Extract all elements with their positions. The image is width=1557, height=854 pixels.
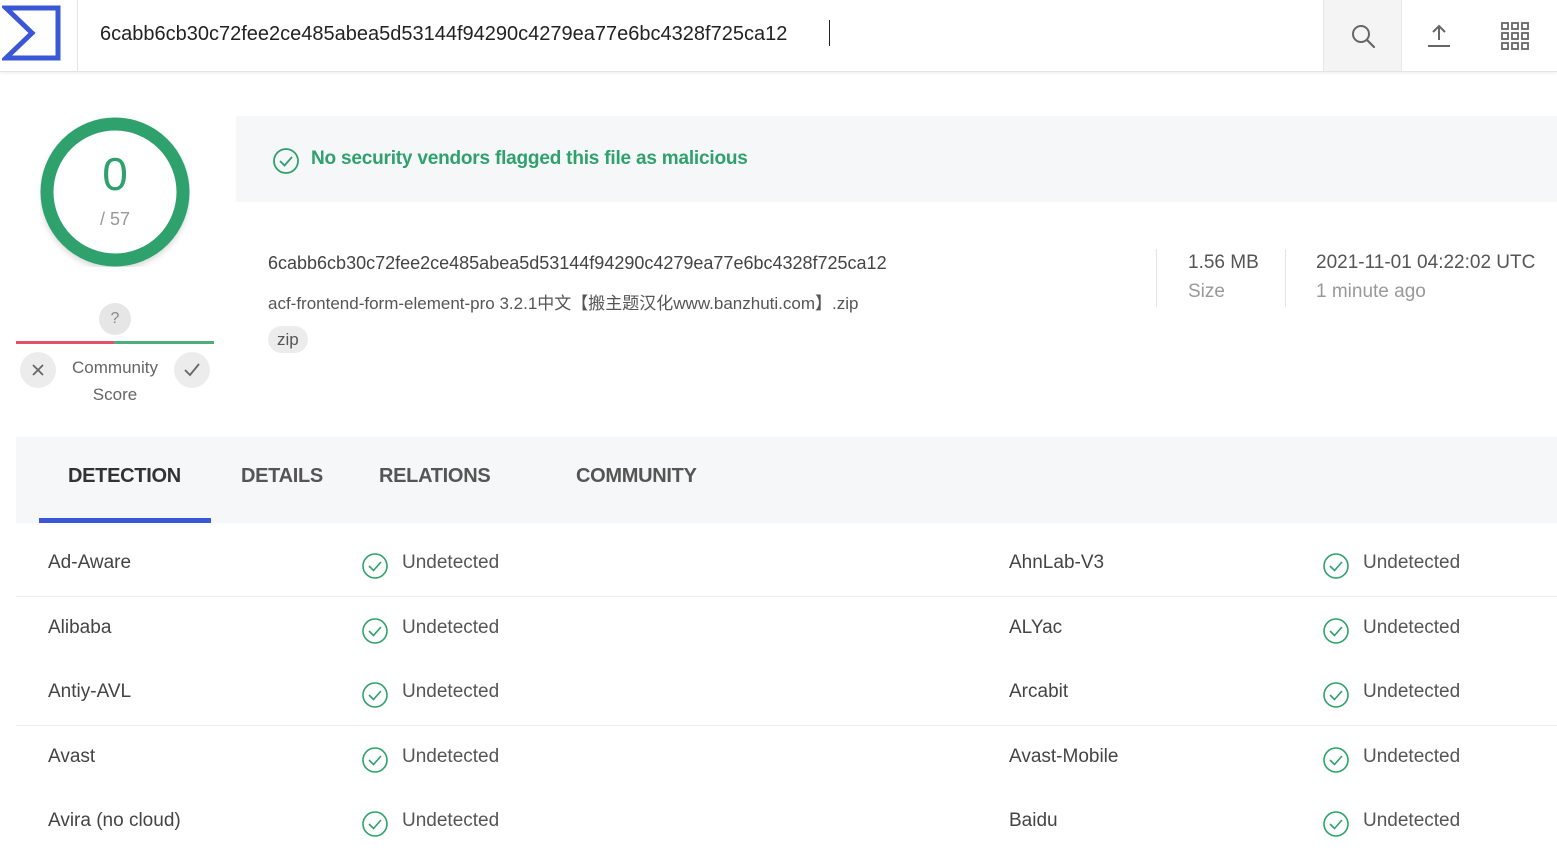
table-row: Ad-Aware Undetected AhnLab-V3 Undetected: [16, 532, 1557, 597]
community-label-line2: Score: [92, 385, 138, 404]
tab-details[interactable]: DETAILS: [241, 465, 323, 488]
table-row: Alibaba Undetected ALYac Undetected: [16, 597, 1557, 662]
text-caret: [829, 20, 830, 46]
tab-community[interactable]: COMMUNITY: [576, 465, 697, 488]
file-type-tag[interactable]: zip: [268, 326, 308, 353]
check-circle-icon: [1323, 811, 1349, 837]
detection-score-ring: 0 / 57: [40, 117, 190, 267]
vote-harmless-button[interactable]: [174, 352, 210, 388]
divider: [1156, 249, 1157, 307]
analysis-date: 2021-11-01 04:22:02 UTC: [1316, 252, 1536, 273]
check-circle-icon: [1323, 553, 1349, 579]
top-bar: [0, 0, 1557, 72]
verdict-banner: No security vendors flagged this file as…: [236, 116, 1557, 202]
vendor-name: AhnLab-V3: [1009, 552, 1105, 573]
check-circle-icon: [362, 682, 388, 708]
file-size-value: 1.56 MB: [1188, 252, 1259, 273]
search-icon: [1351, 24, 1375, 48]
file-hash: 6cabb6cb30c72fee2ce485abea5d53144f94290c…: [268, 253, 887, 273]
detection-table: Ad-Aware Undetected AhnLab-V3 Undetected…: [16, 531, 1557, 854]
file-size-label: Size: [1188, 281, 1225, 302]
check-circle-icon: [1323, 618, 1349, 644]
check-circle-icon: [1323, 747, 1349, 773]
vendor-name: Avast: [48, 746, 96, 767]
table-row: Avast Undetected Avast-Mobile Undetected: [16, 726, 1557, 791]
logo[interactable]: [0, 0, 78, 71]
vendor-result: Undetected: [1363, 617, 1461, 638]
vendor-result: Undetected: [1363, 681, 1461, 702]
vendor-name: Antiy-AVL: [48, 681, 132, 702]
apps-grid-icon: [1501, 21, 1529, 50]
table-row: Avira (no cloud) Undetected Baidu Undete…: [16, 790, 1557, 854]
vote-malicious-button[interactable]: [20, 352, 56, 388]
vendor-name: Ad-Aware: [48, 552, 132, 573]
check-circle-icon: [362, 553, 388, 579]
check-icon: [184, 363, 200, 377]
search-input[interactable]: [100, 16, 1300, 52]
vendor-name: Arcabit: [1009, 681, 1069, 702]
vendor-result: Undetected: [402, 810, 500, 831]
apps-button[interactable]: [1477, 0, 1553, 71]
check-circle-icon: [1323, 682, 1349, 708]
search-button[interactable]: [1323, 0, 1402, 71]
vendor-name: Avira (no cloud): [48, 810, 181, 831]
tab-relations[interactable]: RELATIONS: [379, 465, 491, 488]
close-icon: [32, 364, 44, 376]
vendor-name: Baidu: [1009, 810, 1058, 831]
community-score-help[interactable]: ?: [99, 303, 131, 335]
upload-icon: [1428, 24, 1450, 47]
divider: [1285, 249, 1286, 307]
community-score-label: Community Score: [56, 354, 174, 408]
sigma-logo-icon: [2, 5, 61, 61]
vendor-result: Undetected: [402, 617, 500, 638]
detection-total: / 57: [99, 209, 131, 229]
file-name: acf-frontend-form-element-pro 3.2.1中文【搬主…: [268, 294, 859, 313]
check-circle-icon: [273, 148, 299, 174]
community-positive-bar: [114, 341, 214, 344]
community-label-line1: Community: [72, 358, 158, 377]
vendor-name: ALYac: [1009, 617, 1063, 638]
check-circle-icon: [362, 811, 388, 837]
analysis-date-relative: 1 minute ago: [1316, 281, 1426, 302]
tab-detection[interactable]: DETECTION: [68, 465, 181, 488]
upload-button[interactable]: [1401, 0, 1477, 71]
active-tab-indicator: [39, 518, 211, 523]
vendor-result: Undetected: [402, 746, 500, 767]
vendor-result: Undetected: [1363, 810, 1461, 831]
vendor-name: Avast-Mobile: [1009, 746, 1119, 767]
table-row: Antiy-AVL Undetected Arcabit Undetected: [16, 661, 1557, 726]
detection-count: 0: [102, 148, 128, 200]
vendor-result: Undetected: [1363, 552, 1461, 573]
community-negative-bar: [16, 341, 114, 344]
verdict-message: No security vendors flagged this file as…: [311, 148, 748, 169]
check-circle-icon: [362, 618, 388, 644]
vendor-result: Undetected: [1363, 746, 1461, 767]
report-tabs: DETECTION DETAILS RELATIONS COMMUNITY: [16, 437, 1557, 523]
vendor-result: Undetected: [402, 552, 500, 573]
community-score: ? Community Score: [16, 300, 214, 410]
vendor-name: Alibaba: [48, 617, 112, 638]
check-circle-icon: [362, 747, 388, 773]
vendor-result: Undetected: [402, 681, 500, 702]
